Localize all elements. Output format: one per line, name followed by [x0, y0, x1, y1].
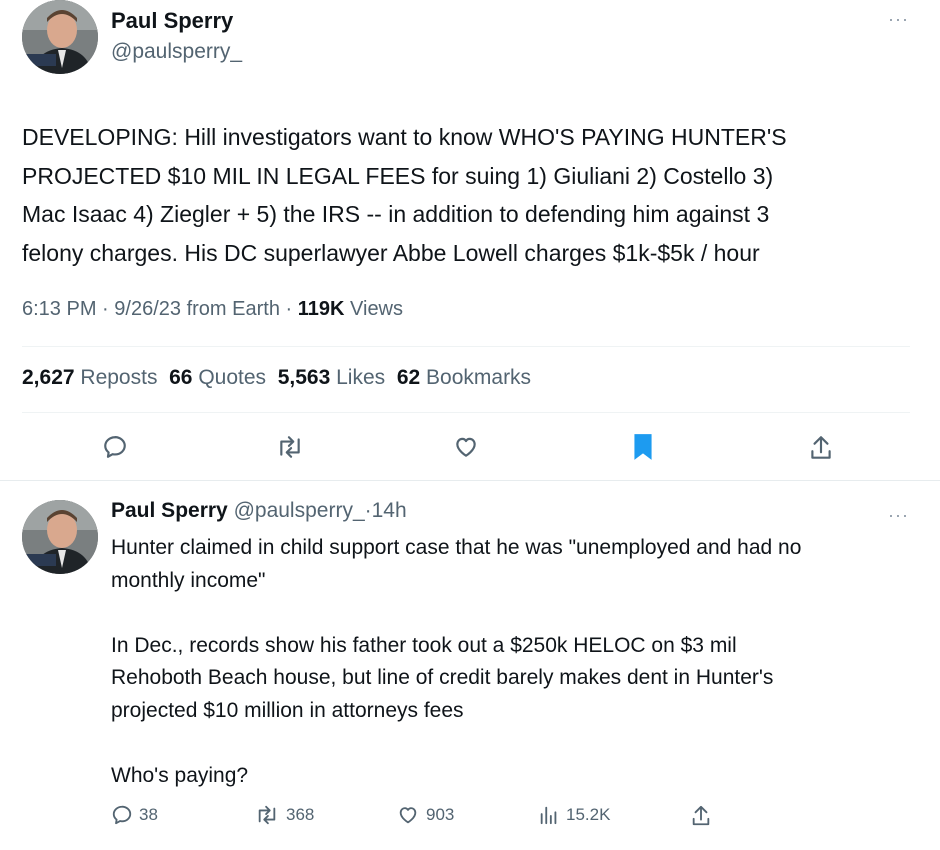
author-avatar[interactable] [22, 0, 98, 74]
views-count: 119K [297, 298, 345, 320]
tweet-meta: 6:13 PM · 9/26/23 from Earth · 119K View… [22, 298, 403, 321]
like-count: 903 [426, 805, 455, 824]
reply-author-handle[interactable]: @paulsperry_ [234, 499, 365, 522]
reply-share-button[interactable] [690, 804, 712, 828]
reply-more-options-icon[interactable]: ··· [888, 506, 909, 524]
reply-icon [104, 436, 126, 458]
likes-label: Likes [336, 366, 386, 389]
tweet-date[interactable]: 9/26/23 [114, 298, 181, 320]
share-button[interactable] [808, 434, 834, 462]
share-icon [811, 436, 831, 459]
tweet-source: from Earth [186, 298, 280, 320]
reply-text-line: In Dec., records show his father took ou… [111, 633, 737, 657]
divider [22, 346, 910, 347]
quotes-count: 66 [169, 366, 193, 389]
repost-icon [258, 805, 276, 825]
tweet-text-line: PROJECTED $10 MIL IN LEGAL FEES for suin… [22, 162, 774, 189]
reply-text-line [111, 597, 921, 630]
reply-text-line: projected $10 million in attorneys fees [111, 698, 464, 722]
reply-text-line: Rehoboth Beach house, but line of credit… [111, 666, 774, 689]
views-label: Views [350, 298, 404, 320]
reply-like-button[interactable]: 903 [396, 804, 454, 826]
views-icon [540, 806, 557, 825]
bookmarks-count: 62 [396, 366, 421, 389]
views-count: 15.2K [566, 805, 611, 824]
share-icon [692, 805, 710, 826]
more-options-icon[interactable]: ··· [888, 10, 909, 28]
divider [0, 480, 940, 481]
author-name[interactable]: Paul Sperry [111, 8, 233, 34]
reposts-count: 2,627 [22, 366, 75, 389]
repost-count: 368 [286, 805, 315, 824]
meta-separator: · [285, 298, 293, 320]
tweet-text-line: DEVELOPING: Hill investigators want to k… [22, 124, 787, 150]
repost-icon [280, 436, 300, 458]
reply-text-line: Hunter claimed in child support case tha… [111, 536, 802, 559]
reply-text-line [111, 727, 921, 760]
stat-bookmarks[interactable]: 62 Bookmarks [397, 366, 531, 389]
engagement-stats: 2,627 Reposts 66 Quotes 5,563 Likes 62 B… [22, 366, 531, 390]
stat-likes[interactable]: 5,563 Likes [278, 366, 385, 389]
bookmarks-label: Bookmarks [426, 366, 532, 389]
meta-separator: · [364, 499, 372, 522]
reposts-label: Reposts [80, 366, 158, 389]
stat-quotes[interactable]: 66 Quotes [169, 366, 266, 389]
reply-author-name[interactable]: Paul Sperry [111, 499, 228, 522]
likes-count: 5,563 [277, 366, 331, 389]
reply-time[interactable]: 14h [372, 499, 407, 522]
reply-text: Hunter claimed in child support case tha… [111, 532, 921, 792]
tweet-time[interactable]: 6:13 PM [22, 298, 96, 320]
reply-repost-button[interactable]: 368 [254, 804, 314, 826]
stat-reposts[interactable]: 2,627 Reposts [22, 366, 157, 389]
tweet-text: DEVELOPING: Hill investigators want to k… [22, 118, 922, 272]
reply-count: 38 [139, 805, 158, 824]
author-handle[interactable]: @paulsperry_ [111, 40, 242, 64]
reply-header: Paul Sperry @paulsperry_·14h [111, 499, 407, 523]
reply-icon [112, 805, 132, 825]
tweet-text-line: Mac Isaac 4) Ziegler + 5) the IRS -- in … [22, 201, 770, 227]
repost-button[interactable] [275, 434, 305, 460]
like-button[interactable] [452, 434, 480, 460]
reply-button[interactable] [102, 434, 128, 460]
quotes-label: Quotes [198, 366, 267, 389]
tweet-text-line: felony charges. His DC superlawyer Abbe … [22, 239, 760, 266]
like-icon [456, 437, 476, 457]
reply-text-line: Who's paying? [111, 763, 249, 787]
reply-reply-button[interactable]: 38 [111, 804, 158, 826]
bookmark-filled-icon [634, 434, 652, 460]
like-icon [399, 807, 417, 824]
bookmark-button[interactable] [632, 432, 654, 462]
reply-author-avatar[interactable] [22, 500, 98, 574]
divider [22, 412, 910, 413]
reply-views-button[interactable]: 15.2K [538, 804, 610, 826]
meta-separator: · [102, 298, 109, 320]
reply-text-line: monthly income" [111, 568, 266, 592]
